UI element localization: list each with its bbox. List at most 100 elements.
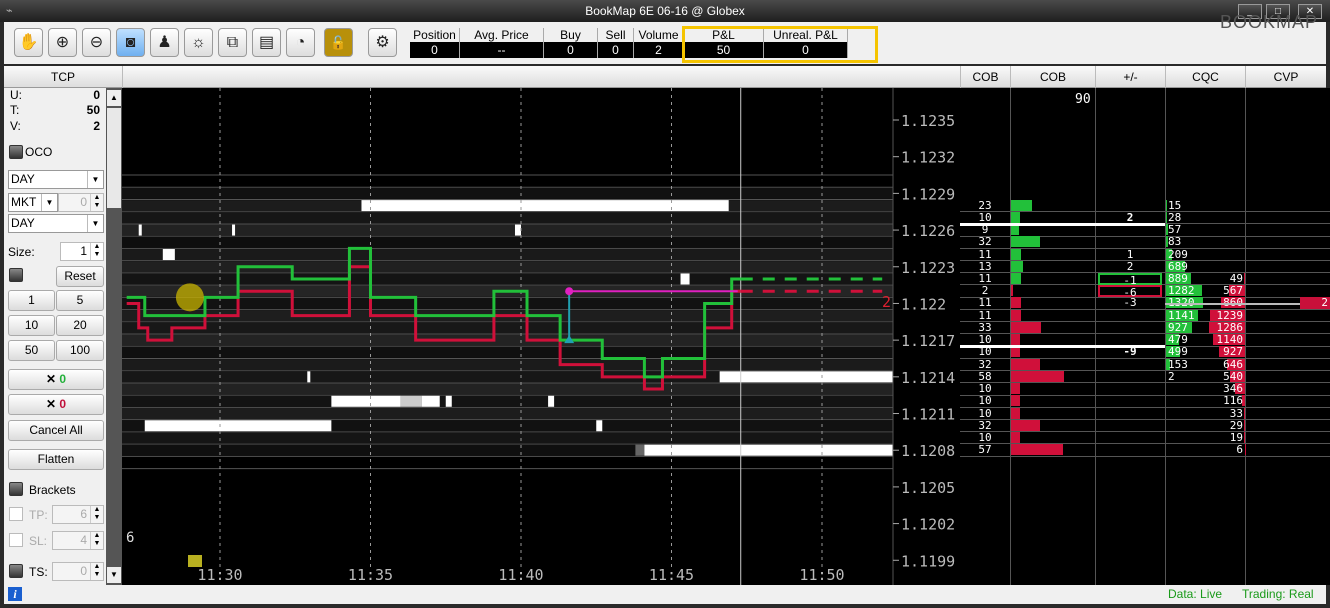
price-tick-label: 1.1205 (901, 479, 955, 497)
time-tick-label: 11:40 (498, 566, 543, 584)
stat-label: Avg. Price (460, 28, 543, 42)
scroll-down-icon[interactable]: ▼ (107, 567, 121, 583)
heatmap-row (122, 249, 893, 261)
ts-toggle[interactable] (9, 564, 23, 578)
book-row: 33 927 1286 (960, 320, 1330, 334)
stat-position: Position 0 (410, 28, 460, 58)
time-tick-label: 11:35 (348, 566, 393, 584)
camera-icon[interactable]: ◙ (116, 28, 145, 57)
price-tick-label: 1.1232 (901, 149, 955, 167)
plus-minus-value: -6 (1098, 285, 1162, 299)
cvp-value: 1286 (1216, 320, 1244, 334)
cancel-sells-button[interactable]: ✕ 0 (8, 394, 104, 415)
stat-value: -- (460, 42, 543, 58)
price-tick-label: 1.1223 (901, 259, 955, 277)
plus-minus-header[interactable]: +/- (1095, 66, 1165, 88)
cancel-all-button[interactable]: Cancel All (8, 420, 104, 441)
cob-bar (1011, 395, 1021, 407)
cqc-bar (1166, 211, 1167, 223)
size-stepper[interactable]: 1 ▲ ▼ (60, 242, 104, 261)
ts-stepper[interactable]: 0 ▲ ▼ (52, 562, 104, 581)
flatten-button[interactable]: Flatten (8, 449, 104, 470)
qty-50-button[interactable]: 50 (8, 340, 55, 361)
cob-header-2[interactable]: COB (1010, 66, 1095, 88)
sl-stepper[interactable]: 4 ▲ ▼ (52, 531, 104, 550)
tif-value: DAY (11, 172, 35, 186)
sell-orders-count: 0 (59, 397, 67, 411)
stepper-arrows-icon[interactable]: ▲ ▼ (90, 563, 103, 580)
chat-icon[interactable]: ▤ (252, 28, 281, 57)
order-type-select[interactable]: MKT ▼ (8, 193, 58, 212)
cob-bar (1011, 236, 1041, 248)
heatmap-row (122, 224, 893, 236)
unlock-icon[interactable]: 🔓 (324, 28, 353, 57)
book-row: 11 1141 1239 (960, 308, 1330, 322)
scroll-thumb[interactable] (107, 108, 121, 208)
tif-select-2[interactable]: DAY ▼ (8, 214, 104, 233)
sl-checkbox[interactable] (9, 533, 23, 547)
liquidity-bar (307, 371, 311, 383)
size-label: Size: (8, 245, 35, 259)
cancel-buys-button[interactable]: ✕ 0 (8, 369, 104, 390)
stat-label: Sell (598, 28, 633, 42)
reset-button[interactable]: Reset (56, 266, 104, 287)
hand-icon[interactable]: ✋ (14, 28, 43, 57)
stepper-arrows-icon[interactable]: ▲ ▼ (90, 194, 103, 211)
stepper-arrows-icon[interactable]: ▲ ▼ (90, 243, 103, 260)
stepper-arrows-icon[interactable]: ▲ ▼ (90, 532, 103, 549)
cob-size: 11 (978, 247, 992, 261)
microscope-icon[interactable]: ♟ (150, 28, 179, 57)
pnl-highlight (682, 26, 878, 63)
cob-bar (1011, 419, 1041, 431)
cvp-value: 1239 (1216, 308, 1244, 322)
oco-toggle[interactable] (9, 145, 23, 159)
v-label: V: (10, 119, 21, 133)
position-label: 2 (882, 293, 891, 311)
u-label: U: (10, 88, 22, 102)
cob-size: 32 (978, 235, 992, 249)
cob-header-1[interactable]: COB (960, 66, 1010, 88)
liquidity-bar (232, 224, 236, 236)
heatmap-row (122, 395, 893, 407)
cvp-header[interactable]: CVP (1245, 66, 1326, 88)
price-stepper[interactable]: 0 ▲ ▼ (58, 193, 104, 212)
book-row: 58 2 540 (960, 370, 1330, 383)
stat-label: Position (410, 28, 459, 42)
toolbar: ✋ ⊕ ⊖ ◙ ♟ ☼ ⧉ ▤ ◔ 🔓 ⚙ Position 0 Avg. Price -- Buy 0 Sell… (4, 22, 1326, 64)
cob-bar (1011, 370, 1065, 382)
gear-icon[interactable]: ⚙ (368, 28, 397, 57)
tif-select-1[interactable]: DAY ▼ (8, 170, 104, 189)
sl-value: 4 (80, 533, 87, 547)
qty-20-button[interactable]: 20 (56, 315, 104, 336)
tp-checkbox[interactable] (9, 507, 23, 521)
qty-1-button[interactable]: 1 (8, 290, 55, 311)
zoom-in-icon[interactable]: ⊕ (48, 28, 77, 57)
brackets-label: Brackets (29, 483, 76, 497)
book-row: 10 116 (960, 395, 1330, 407)
copy-icon[interactable]: ⧉ (218, 28, 247, 57)
panel-scrollbar[interactable]: ▲ ▼ (106, 88, 122, 585)
brackets-toggle[interactable] (9, 482, 23, 496)
zoom-out-icon[interactable]: ⊖ (82, 28, 111, 57)
heatmap-row (122, 346, 893, 358)
size-toggle[interactable] (9, 268, 23, 282)
tp-stepper[interactable]: 6 ▲ ▼ (52, 505, 104, 524)
x-icon: ✕ (45, 372, 57, 386)
cvp-value: 116 (1223, 394, 1243, 408)
best-bid-line (960, 222, 1165, 226)
time-tick-label: 11:30 (197, 566, 242, 584)
clock-icon[interactable]: ◔ (286, 28, 315, 57)
cqc-header[interactable]: CQC (1165, 66, 1245, 88)
chart-header (122, 66, 960, 88)
info-icon[interactable]: i (8, 587, 22, 601)
price-tick-label: 1.1208 (901, 442, 955, 460)
qty-10-button[interactable]: 10 (8, 315, 55, 336)
trading-panel: U: 0 T: 50 V: 2 OCO DAY ▼ MKT ▼ 0 ▲ ▼ DAY ▼ S… (4, 88, 106, 585)
qty-100-button[interactable]: 100 (56, 340, 104, 361)
stat-value: 0 (598, 42, 633, 58)
brightness-icon[interactable]: ☼ (184, 28, 213, 57)
scroll-up-icon[interactable]: ▲ (107, 90, 121, 106)
heatmap-chart[interactable]: 11:30 11:35 11:40 11:45 11:50 1.1235 1.1232 1.1… (122, 88, 960, 585)
stepper-arrows-icon[interactable]: ▲ ▼ (90, 506, 103, 523)
qty-5-button[interactable]: 5 (56, 290, 104, 311)
